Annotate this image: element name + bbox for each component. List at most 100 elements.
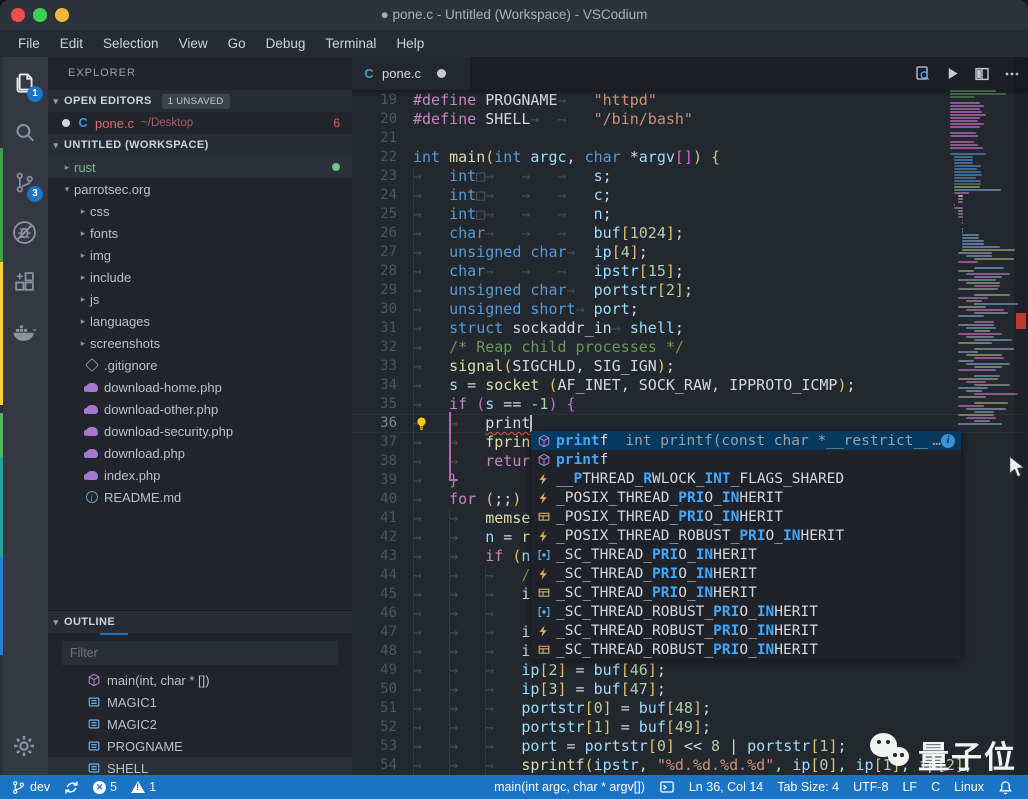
code-line-22[interactable]: 22int main(int argc, char *argv[]) {	[352, 148, 1028, 167]
editor-scrollbar[interactable]	[1014, 57, 1028, 775]
suggest-item[interactable]: printf	[531, 450, 961, 469]
code-line-34[interactable]: 34→ s = socket (AF_INET, SOCK_RAW, IPPRO…	[352, 376, 1028, 395]
outline-header[interactable]: ▾ OUTLINE	[48, 610, 352, 633]
code-line-50[interactable]: 50→ → → ip[3] = buf[47];	[352, 680, 1028, 699]
suggest-item[interactable]: _POSIX_THREAD_ROBUST_PRIO_INHERIT	[531, 526, 961, 545]
suggest-item[interactable]: _SC_THREAD_PRIO_INHERIT	[531, 564, 961, 583]
activity-extensions-icon[interactable]	[0, 257, 48, 307]
code-line-20[interactable]: 20#define SHELL→ → "/bin/bash"	[352, 110, 1028, 129]
menu-item-terminal[interactable]: Terminal	[315, 30, 386, 57]
outline-item-main-int-char-[interactable]: main(int, char * [])	[48, 669, 352, 691]
info-icon[interactable]: i	[941, 434, 955, 448]
suggest-item[interactable]: _SC_THREAD_PRIO_INHERIT	[531, 583, 961, 602]
filter-input[interactable]	[62, 645, 338, 661]
tab-modified-dot[interactable]	[437, 69, 446, 78]
tree-item-index-php[interactable]: index.php	[48, 464, 352, 486]
status-warning-icon[interactable]: 1	[124, 775, 163, 799]
code-line-32[interactable]: 32→ /* Reap child processes */	[352, 338, 1028, 357]
status-item-right-6[interactable]: C	[924, 775, 947, 799]
tree-item-js[interactable]: ▸js	[48, 288, 352, 310]
suggest-item[interactable]: _SC_THREAD_ROBUST_PRIO_INHERIT	[531, 602, 961, 621]
activity-source-control-icon[interactable]: 3	[0, 157, 48, 207]
outline-item-progname[interactable]: PROGNAME	[48, 735, 352, 757]
outline-item-magic1[interactable]: MAGIC1	[48, 691, 352, 713]
open-preview-icon[interactable]	[914, 65, 931, 82]
tree-item-fonts[interactable]: ▸fonts	[48, 222, 352, 244]
status-item-right-5[interactable]: LF	[895, 775, 924, 799]
suggest-item[interactable]: _POSIX_THREAD_PRIO_INHERIT	[531, 488, 961, 507]
code-line-28[interactable]: 28→ char→ → → ipstr[15];	[352, 262, 1028, 281]
status-sync-icon[interactable]	[57, 775, 86, 799]
suggest-item[interactable]: _SC_THREAD_ROBUST_PRIO_INHERIT	[531, 640, 961, 659]
run-icon[interactable]	[945, 66, 960, 81]
lightbulb-icon[interactable]	[414, 416, 429, 432]
suggest-item[interactable]: _SC_THREAD_PRIO_INHERIT	[531, 545, 961, 564]
code-line-27[interactable]: 27→ unsigned char→ ip[4];	[352, 243, 1028, 262]
activity-search-icon[interactable]	[0, 107, 48, 157]
status-bell-icon[interactable]	[991, 775, 1020, 799]
tree-item-download-php[interactable]: download.php	[48, 442, 352, 464]
code-line-26[interactable]: 26→ char→ → → buf[1024];	[352, 224, 1028, 243]
outline-filter[interactable]	[62, 641, 338, 665]
code-line-23[interactable]: 23→ int□→ → → s;	[352, 167, 1028, 186]
menu-item-edit[interactable]: Edit	[50, 30, 93, 57]
split-editor-icon[interactable]	[974, 66, 990, 82]
tree-item-download-security-php[interactable]: download-security.php	[48, 420, 352, 442]
suggest-item[interactable]: __PTHREAD_RWLOCK_INT_FLAGS_SHARED	[531, 469, 961, 488]
status-terminal-icon[interactable]	[652, 775, 682, 799]
workspace-header[interactable]: ▾ UNTITLED (WORKSPACE)	[48, 134, 352, 156]
status-item-right-4[interactable]: UTF-8	[846, 775, 895, 799]
tab-pone-c[interactable]: C pone.c	[352, 57, 470, 90]
suggest-item[interactable]: printfint printf(const char *__restrict_…	[531, 431, 961, 450]
tree-item-download-home-php[interactable]: download-home.php	[48, 376, 352, 398]
tree-item-include[interactable]: ▸include	[48, 266, 352, 288]
suggest-item[interactable]: _SC_THREAD_ROBUST_PRIO_INHERIT	[531, 621, 961, 640]
outline-item-shell[interactable]: SHELL	[48, 757, 352, 775]
code-line-29[interactable]: 29→ unsigned char→ portstr[2];	[352, 281, 1028, 300]
code-line-30[interactable]: 30→ unsigned short→ port;	[352, 300, 1028, 319]
suggest-item[interactable]: _POSIX_THREAD_PRIO_INHERIT	[531, 507, 961, 526]
tree-item--gitignore[interactable]: .gitignore	[48, 354, 352, 376]
suggest-label: _POSIX_THREAD_ROBUST_PRIO_INHERIT	[556, 528, 844, 544]
code-line-33[interactable]: 33→ signal(SIGCHLD, SIG_IGN);	[352, 357, 1028, 376]
line-number: 33	[352, 357, 397, 376]
code-line-25[interactable]: 25→ int□→ → → n;	[352, 205, 1028, 224]
indent-guide	[413, 167, 414, 775]
activity-files-icon[interactable]: 1	[0, 57, 48, 107]
menu-item-go[interactable]: Go	[218, 30, 256, 57]
activity-badge: 1	[27, 86, 43, 102]
tree-item-img[interactable]: ▸img	[48, 244, 352, 266]
menu-item-selection[interactable]: Selection	[93, 30, 169, 57]
tree-item-languages[interactable]: ▸languages	[48, 310, 352, 332]
code-line-24[interactable]: 24→ int□→ → → c;	[352, 186, 1028, 205]
tree-item-screenshots[interactable]: ▸screenshots	[48, 332, 352, 354]
menu-item-debug[interactable]: Debug	[256, 30, 316, 57]
status-item-right-7[interactable]: Linux	[947, 775, 991, 799]
status-branch-icon[interactable]: dev	[4, 775, 57, 799]
status-item-right-0[interactable]: main(int argc, char * argv[])	[487, 775, 652, 799]
code-line-31[interactable]: 31→ struct sockaddr_in→ shell;	[352, 319, 1028, 338]
status-item-right-3[interactable]: Tab Size: 4	[770, 775, 846, 799]
code-line-21[interactable]: 21	[352, 129, 1028, 148]
code-line-35[interactable]: 35→ if (s == -1) {	[352, 395, 1028, 414]
activity-gear-icon[interactable]	[0, 721, 48, 771]
tree-item-rust[interactable]: ▸rust	[48, 156, 352, 178]
code-line-49[interactable]: 49→ → → ip[2] = buf[46];	[352, 661, 1028, 680]
minimap[interactable]	[948, 90, 1010, 426]
status-item-right-2[interactable]: Ln 36, Col 14	[682, 775, 770, 799]
outline-item-magic2[interactable]: MAGIC2	[48, 713, 352, 735]
code-line-51[interactable]: 51→ → → portstr[0] = buf[48];	[352, 699, 1028, 718]
activity-debug-disabled-icon[interactable]	[0, 207, 48, 257]
menu-item-file[interactable]: File	[8, 30, 50, 57]
activity-docker-icon[interactable]	[0, 307, 48, 357]
chevron-right-icon: ▸	[76, 294, 90, 305]
menu-item-view[interactable]: View	[169, 30, 218, 57]
tree-item-readme-md[interactable]: iREADME.md	[48, 486, 352, 508]
tree-item-css[interactable]: ▸css	[48, 200, 352, 222]
open-editor-item[interactable]: Cpone.c~/Desktop6	[48, 112, 352, 134]
tree-item-parrotsec-org[interactable]: ▾parrotsec.org	[48, 178, 352, 200]
tree-item-download-other-php[interactable]: download-other.php	[48, 398, 352, 420]
menu-item-help[interactable]: Help	[386, 30, 434, 57]
open-editors-header[interactable]: ▾ OPEN EDITORS 1 UNSAVED	[48, 90, 352, 112]
status-error-icon[interactable]: ✕5	[86, 775, 124, 799]
